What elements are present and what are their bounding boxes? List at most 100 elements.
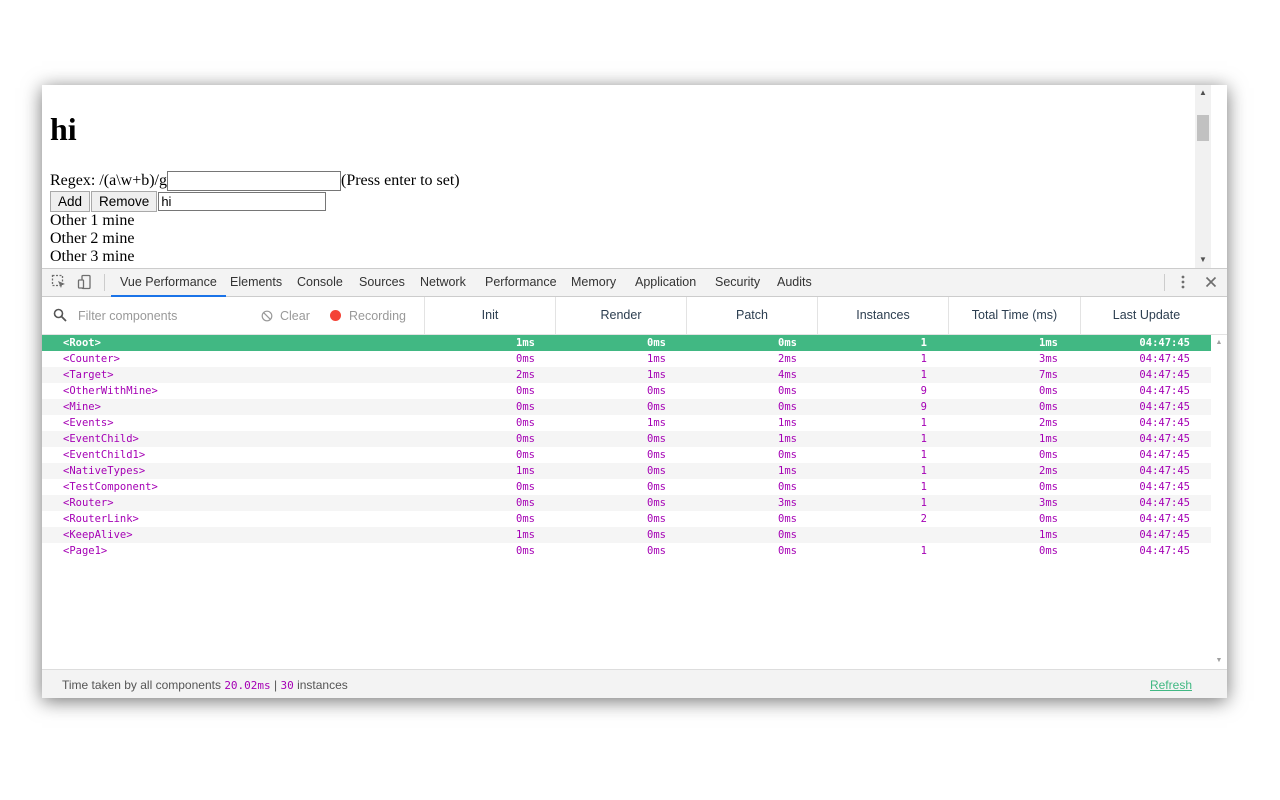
table-row[interactable]: <Mine> 0ms 0ms 0ms 9 0ms 04:47:45 bbox=[42, 399, 1211, 415]
tab-security[interactable]: Security bbox=[715, 269, 760, 296]
table-row[interactable]: <EventChild1> 0ms 0ms 0ms 1 0ms 04:47:45 bbox=[42, 447, 1211, 463]
component-name: <RouterLink> bbox=[63, 513, 139, 525]
column-header-patch[interactable]: Patch bbox=[686, 297, 817, 334]
inspect-element-icon[interactable] bbox=[51, 274, 67, 290]
regex-row: Regex: /(a\w+b)/g (Press enter to set) bbox=[50, 170, 460, 192]
render-time: 0ms bbox=[647, 433, 666, 445]
remove-button[interactable]: Remove bbox=[91, 191, 158, 212]
column-header-init[interactable]: Init bbox=[424, 297, 555, 334]
render-time: 0ms bbox=[647, 529, 666, 541]
table-row[interactable]: <KeepAlive> 1ms 0ms 0ms 1ms 04:47:45 bbox=[42, 527, 1211, 543]
scroll-up-arrow-icon[interactable]: ▲ bbox=[1195, 85, 1211, 101]
table-row[interactable]: <NativeTypes> 1ms 0ms 1ms 1 2ms 04:47:45 bbox=[42, 463, 1211, 479]
total-time: 1ms bbox=[1039, 337, 1058, 349]
table-row[interactable]: <EventChild> 0ms 0ms 1ms 1 1ms 04:47:45 bbox=[42, 431, 1211, 447]
last-update: 04:47:45 bbox=[1139, 369, 1190, 381]
devtools-panel: Vue Performance Elements Console Sources… bbox=[42, 268, 1227, 698]
render-time: 0ms bbox=[647, 401, 666, 413]
page-heading: hi bbox=[50, 111, 77, 147]
total-time: 0ms bbox=[1039, 545, 1058, 557]
column-header-last-update[interactable]: Last Update bbox=[1080, 297, 1212, 334]
last-update: 04:47:45 bbox=[1139, 337, 1190, 349]
patch-time: 4ms bbox=[778, 369, 797, 381]
clear-button[interactable]: Clear bbox=[261, 307, 310, 324]
tab-vue-performance[interactable]: Vue Performance bbox=[111, 269, 226, 297]
render-time: 0ms bbox=[647, 545, 666, 557]
table-row[interactable]: <Router> 0ms 0ms 3ms 1 3ms 04:47:45 bbox=[42, 495, 1211, 511]
tab-memory[interactable]: Memory bbox=[571, 269, 616, 296]
instances-count: 1 bbox=[920, 497, 927, 509]
table-row[interactable]: <Target> 2ms 1ms 4ms 1 7ms 04:47:45 bbox=[42, 367, 1211, 383]
column-header-instances[interactable]: Instances bbox=[817, 297, 948, 334]
add-button[interactable]: Add bbox=[50, 191, 91, 212]
table-row[interactable]: <OtherWithMine> 0ms 0ms 0ms 9 0ms 04:47:… bbox=[42, 383, 1211, 399]
clear-label: Clear bbox=[280, 308, 310, 323]
page-viewport: hi Regex: /(a\w+b)/g (Press enter to set… bbox=[42, 85, 1211, 268]
regex-input[interactable] bbox=[167, 171, 341, 191]
last-update: 04:47:45 bbox=[1139, 433, 1190, 445]
total-time: 0ms bbox=[1039, 385, 1058, 397]
table-row[interactable]: <RouterLink> 0ms 0ms 0ms 2 0ms 04:47:45 bbox=[42, 511, 1211, 527]
patch-time: 1ms bbox=[778, 433, 797, 445]
total-time-value: 20.02ms bbox=[224, 679, 271, 692]
last-update: 04:47:45 bbox=[1139, 529, 1190, 541]
other-item: Other 1 mine bbox=[50, 212, 135, 229]
render-time: 0ms bbox=[647, 385, 666, 397]
last-update: 04:47:45 bbox=[1139, 401, 1190, 413]
performance-footer: Time taken by all components 20.02ms | 3… bbox=[42, 669, 1227, 698]
table-row[interactable]: <Root> 1ms 0ms 0ms 1 1ms 04:47:45 bbox=[42, 335, 1211, 351]
search-icon bbox=[53, 308, 67, 322]
table-scrollbar[interactable]: ▲ ▼ bbox=[1211, 335, 1227, 669]
refresh-link[interactable]: Refresh bbox=[1150, 678, 1192, 692]
tab-performance[interactable]: Performance bbox=[485, 269, 557, 296]
render-time: 0ms bbox=[647, 337, 666, 349]
scroll-up-arrow-icon[interactable]: ▲ bbox=[1211, 337, 1227, 349]
more-options-icon[interactable] bbox=[1175, 274, 1191, 290]
table-row[interactable]: <Counter> 0ms 1ms 2ms 1 3ms 04:47:45 bbox=[42, 351, 1211, 367]
last-update: 04:47:45 bbox=[1139, 513, 1190, 525]
tab-elements[interactable]: Elements bbox=[230, 269, 282, 296]
instances-count: 1 bbox=[920, 417, 927, 429]
total-time: 3ms bbox=[1039, 353, 1058, 365]
init-time: 1ms bbox=[516, 337, 535, 349]
patch-time: 0ms bbox=[778, 545, 797, 557]
render-time: 1ms bbox=[647, 353, 666, 365]
table-row[interactable]: <TestComponent> 0ms 0ms 0ms 1 0ms 04:47:… bbox=[42, 479, 1211, 495]
regex-label: Regex: /(a\w+b)/g bbox=[50, 172, 167, 189]
init-time: 0ms bbox=[516, 417, 535, 429]
devtools-tabbar: Vue Performance Elements Console Sources… bbox=[42, 269, 1227, 297]
component-name: <EventChild1> bbox=[63, 449, 146, 461]
component-name: <KeepAlive> bbox=[63, 529, 133, 541]
tab-sources[interactable]: Sources bbox=[359, 269, 405, 296]
instances-count: 1 bbox=[920, 465, 927, 477]
init-time: 2ms bbox=[516, 369, 535, 381]
table-row[interactable]: <Page1> 0ms 0ms 0ms 1 0ms 04:47:45 bbox=[42, 543, 1211, 559]
column-header-total-time[interactable]: Total Time (ms) bbox=[948, 297, 1080, 334]
column-header-render[interactable]: Render bbox=[555, 297, 686, 334]
component-name: <NativeTypes> bbox=[63, 465, 146, 477]
item-input[interactable] bbox=[158, 192, 327, 211]
init-time: 0ms bbox=[516, 449, 535, 461]
tab-audits[interactable]: Audits bbox=[777, 269, 812, 296]
recording-toggle[interactable]: Recording bbox=[330, 307, 406, 324]
init-time: 0ms bbox=[516, 401, 535, 413]
page-scrollbar[interactable]: ▲ ▼ bbox=[1195, 85, 1211, 268]
scroll-thumb[interactable] bbox=[1197, 115, 1209, 141]
scroll-down-arrow-icon[interactable]: ▼ bbox=[1211, 655, 1227, 667]
instances-count: 1 bbox=[920, 481, 927, 493]
render-time: 0ms bbox=[647, 497, 666, 509]
device-toolbar-icon[interactable] bbox=[77, 274, 93, 290]
toolbar-divider bbox=[1164, 274, 1165, 291]
table-row[interactable]: <Events> 0ms 1ms 1ms 1 2ms 04:47:45 bbox=[42, 415, 1211, 431]
tab-network[interactable]: Network bbox=[420, 269, 466, 296]
close-icon[interactable] bbox=[1203, 274, 1219, 290]
patch-time: 0ms bbox=[778, 529, 797, 541]
summary-text: Time taken by all components 20.02ms | 3… bbox=[62, 678, 348, 692]
other-item: Other 3 mine bbox=[50, 248, 135, 265]
scroll-down-arrow-icon[interactable]: ▼ bbox=[1195, 252, 1211, 268]
tab-console[interactable]: Console bbox=[297, 269, 343, 296]
filter-components-input[interactable] bbox=[78, 307, 248, 324]
summary-suffix: instances bbox=[297, 678, 348, 692]
tab-application[interactable]: Application bbox=[635, 269, 696, 296]
recording-label: Recording bbox=[349, 308, 406, 323]
